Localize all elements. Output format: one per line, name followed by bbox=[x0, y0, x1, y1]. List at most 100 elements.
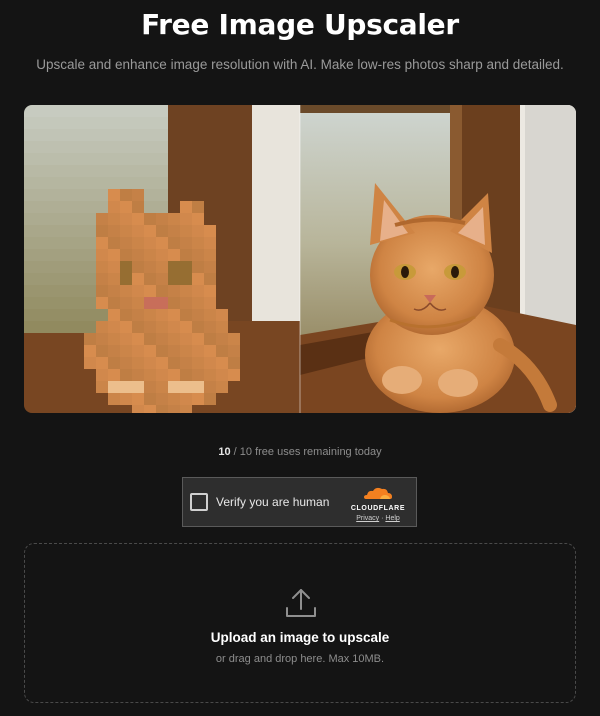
pixel-block bbox=[48, 297, 61, 310]
pixel-block bbox=[204, 117, 217, 130]
pixel-block bbox=[252, 369, 265, 382]
pixel-block bbox=[144, 153, 157, 166]
pixel-block bbox=[156, 153, 169, 166]
pixel-block bbox=[120, 237, 133, 250]
pixel-block bbox=[120, 141, 133, 154]
pixel-block bbox=[192, 189, 205, 202]
pixel-block bbox=[36, 405, 49, 413]
pixel-block bbox=[36, 117, 49, 130]
pixel-block bbox=[276, 177, 289, 190]
pixel-block bbox=[168, 369, 181, 382]
pixel-block bbox=[24, 381, 37, 394]
pixel-block bbox=[228, 333, 241, 346]
pixel-block bbox=[84, 165, 97, 178]
pixel-block bbox=[96, 225, 109, 238]
pixel-block bbox=[264, 261, 277, 274]
privacy-link[interactable]: Privacy bbox=[356, 515, 379, 522]
pixel-block bbox=[96, 201, 109, 214]
comparison-divider-handle[interactable] bbox=[299, 105, 301, 413]
pixel-block bbox=[72, 237, 85, 250]
pixel-block bbox=[192, 405, 205, 413]
pixel-block bbox=[180, 333, 193, 346]
pixel-block bbox=[180, 321, 193, 334]
pixel-block bbox=[144, 249, 157, 262]
upload-dropzone[interactable]: Upload an image to upscale or drag and d… bbox=[24, 543, 576, 703]
pixel-block bbox=[216, 369, 229, 382]
pixel-block bbox=[216, 105, 229, 118]
pixel-block bbox=[36, 309, 49, 322]
pixel-block bbox=[132, 321, 145, 334]
pixel-block bbox=[120, 105, 133, 118]
pixel-block bbox=[36, 345, 49, 358]
pixel-block bbox=[216, 321, 229, 334]
pixel-block bbox=[84, 273, 97, 286]
cloudflare-brand-text: CLOUDFLARE bbox=[350, 505, 406, 512]
pixel-block bbox=[156, 225, 169, 238]
pixel-block bbox=[120, 177, 133, 190]
pixel-block bbox=[72, 285, 85, 298]
pixel-block bbox=[156, 261, 169, 274]
pixel-block bbox=[108, 309, 121, 322]
pixel-block bbox=[108, 381, 121, 394]
pixel-block bbox=[72, 153, 85, 166]
pixel-block bbox=[24, 129, 37, 142]
pixel-block bbox=[276, 189, 289, 202]
pixel-block bbox=[120, 201, 133, 214]
pixel-block bbox=[168, 273, 181, 286]
verify-human-checkbox[interactable] bbox=[190, 493, 208, 511]
pixel-block bbox=[108, 369, 121, 382]
pixel-block bbox=[24, 357, 37, 370]
pixel-block bbox=[192, 201, 205, 214]
help-link[interactable]: Help bbox=[385, 515, 399, 522]
pixel-block bbox=[96, 249, 109, 262]
pixel-block bbox=[72, 357, 85, 370]
pixel-block bbox=[168, 381, 181, 394]
pixel-block bbox=[252, 165, 265, 178]
pixel-block bbox=[156, 105, 169, 118]
pixel-block bbox=[84, 213, 97, 226]
pixel-block bbox=[96, 357, 109, 370]
before-after-comparison[interactable] bbox=[24, 105, 576, 413]
pixel-block bbox=[216, 189, 229, 202]
pixel-block bbox=[84, 405, 97, 413]
pixel-block bbox=[264, 117, 277, 130]
pixel-block bbox=[24, 369, 37, 382]
pixel-block bbox=[24, 249, 37, 262]
pixel-block bbox=[24, 165, 37, 178]
pixel-block bbox=[204, 201, 217, 214]
pixel-block bbox=[36, 237, 49, 250]
pixel-block bbox=[204, 393, 217, 406]
pixel-block bbox=[216, 117, 229, 130]
verify-human-label: Verify you are human bbox=[216, 495, 330, 509]
pixel-block bbox=[96, 333, 109, 346]
pixel-block bbox=[108, 201, 121, 214]
pixel-block bbox=[72, 249, 85, 262]
pixel-block bbox=[60, 285, 73, 298]
pixel-block bbox=[228, 129, 241, 142]
pixel-block bbox=[276, 249, 289, 262]
pixel-block bbox=[60, 381, 73, 394]
pixel-block bbox=[36, 105, 49, 118]
pixel-block bbox=[132, 237, 145, 250]
pixel-block bbox=[108, 213, 121, 226]
pixel-block bbox=[204, 165, 217, 178]
pixel-block bbox=[204, 345, 217, 358]
pixel-block bbox=[36, 261, 49, 274]
pixel-block bbox=[120, 153, 133, 166]
pixel-block bbox=[252, 345, 265, 358]
pixel-block bbox=[84, 309, 97, 322]
pixel-block bbox=[84, 297, 97, 310]
pixel-block bbox=[96, 165, 109, 178]
pixel-block bbox=[204, 357, 217, 370]
pixel-block bbox=[60, 237, 73, 250]
pixel-block bbox=[252, 273, 265, 286]
pixel-block bbox=[180, 189, 193, 202]
pixel-block bbox=[216, 333, 229, 346]
pixel-block bbox=[228, 153, 241, 166]
pixel-block bbox=[48, 117, 61, 130]
pixel-block bbox=[216, 213, 229, 226]
pixel-block bbox=[240, 393, 253, 406]
pixel-block bbox=[168, 201, 181, 214]
pixel-block bbox=[96, 237, 109, 250]
pixel-block bbox=[276, 273, 289, 286]
